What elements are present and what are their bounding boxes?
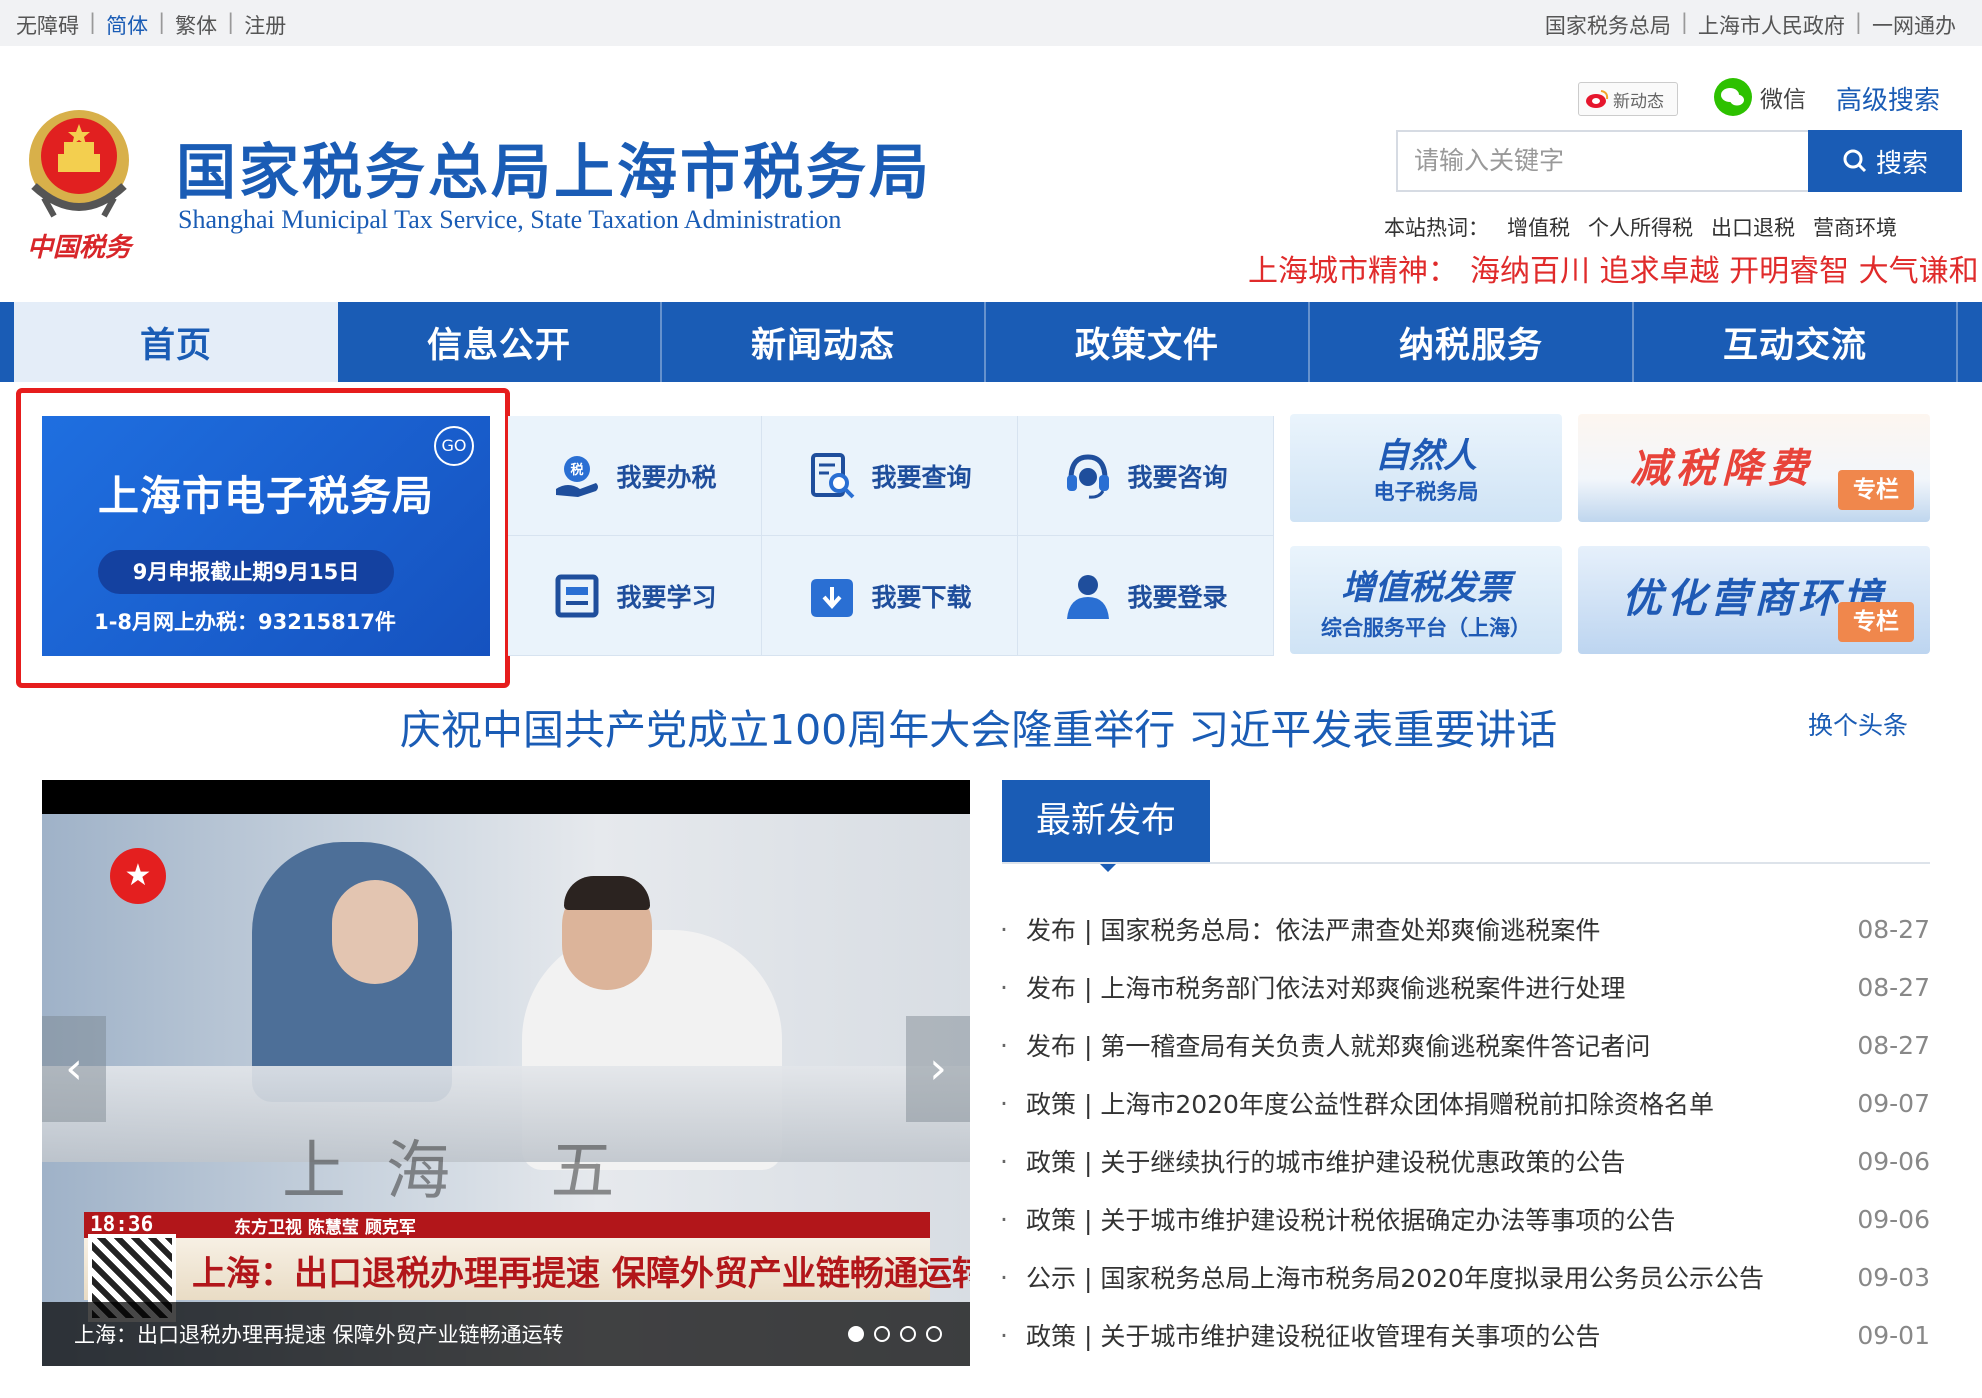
latest-news-list: · 发布 | 国家税务总局：依法严肃查处郑爽偷逃税案件 08-27 · 发布 | 上海…	[1000, 900, 1930, 1364]
tax-cut-banner[interactable]: 减税降费 专栏	[1578, 414, 1930, 522]
tax-emblem-logo[interactable]: 中国税务	[14, 98, 144, 268]
download-icon	[811, 578, 854, 617]
top-links-left: 无障碍 | 简体 | 繁体 | 注册	[16, 10, 287, 40]
list-item[interactable]: · 政策 | 关于城市维护建设税计税依据确定办法等事项的公告 09-06	[1000, 1190, 1930, 1248]
list-item[interactable]: · 公示 | 国家税务总局上海市税务局2020年度拟录用公务员公示公告 09-03	[1000, 1248, 1930, 1306]
service-query[interactable]: 我要查询	[762, 416, 1018, 536]
accessibility-link[interactable]: 无障碍	[16, 10, 79, 40]
hotword-link[interactable]: 个人所得税	[1588, 212, 1693, 242]
search-button-label: 搜索	[1875, 148, 1928, 179]
tv-channel: 东方卫视 陈慧莹 顾克军	[234, 1218, 416, 1238]
svg-text:中国税务: 中国税务	[27, 233, 135, 263]
carousel-caption[interactable]: 上海：出口退税办理再提速 保障外贸产业链畅通运转	[74, 1319, 564, 1349]
wechat-icon	[1714, 78, 1752, 116]
list-item[interactable]: · 发布 | 第一稽查局有关负责人就郑爽偷逃税案件答记者问 08-27	[1000, 1016, 1930, 1074]
site-title: 国家税务总局上海市税务局	[176, 138, 932, 208]
hotword-link[interactable]: 增值税	[1507, 212, 1570, 242]
svg-text:税: 税	[571, 462, 584, 478]
top-links-right: 国家税务总局 | 上海市人民政府 | 一网通办	[1544, 10, 1956, 40]
etax-card[interactable]: GO 上海市电子税务局 9月申报截止期9月15日 1-8月网上办税：932158…	[42, 416, 490, 656]
carousel-dot[interactable]	[874, 1326, 890, 1342]
carousel-next-button[interactable]: ›	[906, 1016, 970, 1122]
nav-tab-service[interactable]: 纳税服务	[1310, 302, 1634, 382]
list-item[interactable]: · 发布 | 上海市税务部门依法对郑爽偷逃税案件进行处理 08-27	[1000, 958, 1930, 1016]
weibo-button[interactable]: 新动态	[1578, 82, 1678, 116]
search-icon	[1843, 149, 1867, 173]
emblem-icon: 中国税务	[27, 110, 135, 263]
sign-text: 上海 五	[282, 1135, 655, 1209]
latest-tab[interactable]: 最新发布	[1002, 780, 1210, 872]
wechat-label: 微信	[1760, 87, 1806, 113]
site-subtitle: Shanghai Municipal Tax Service, State Ta…	[178, 205, 842, 234]
headline-link[interactable]: 庆祝中国共产党成立100周年大会隆重举行 习近平发表重要讲话	[400, 696, 1557, 756]
tv-clock: 18:36	[90, 1212, 154, 1236]
nav-tab-info[interactable]: 信息公开	[338, 302, 662, 382]
news-carousel[interactable]: 上海 五 ★ 18:36 东方卫视 陈慧莹 顾克军 上海：出口退税办理再提速 保…	[42, 780, 970, 1366]
headset-icon	[1067, 453, 1110, 499]
city-spirit-label: 上海城市精神：	[1248, 254, 1458, 289]
vat-invoice-banner[interactable]: 增值税发票 综合服务平台（上海）	[1290, 546, 1562, 654]
service-login[interactable]: 我要登录	[1018, 536, 1274, 656]
go-icon: GO	[434, 426, 474, 466]
carousel-dot[interactable]	[848, 1326, 864, 1342]
service-download[interactable]: 我要下载	[762, 536, 1018, 656]
weibo-label: 新动态	[1613, 91, 1664, 112]
city-spirit: 上海城市精神： 海纳百川 追求卓越 开明睿智 大气谦和	[1248, 246, 1979, 290]
column-tag: 专栏	[1838, 470, 1914, 510]
carousel-caption-bar: 上海：出口退税办理再提速 保障外贸产业链畅通运转	[42, 1302, 970, 1366]
nav-tab-policy[interactable]: 政策文件	[986, 302, 1310, 382]
carousel-dots	[848, 1326, 942, 1342]
list-item[interactable]: · 发布 | 国家税务总局：依法严肃查处郑爽偷逃税案件 08-27	[1000, 900, 1930, 958]
city-spirit-text: 海纳百川 追求卓越 开明睿智 大气谦和	[1470, 254, 1979, 289]
wechat-button[interactable]: 微信	[1714, 78, 1806, 116]
hotwords-label: 本站热词：	[1384, 216, 1489, 240]
divider	[1002, 862, 1930, 864]
tv-ticker: 18:36 东方卫视 陈慧莹 顾克军	[84, 1212, 930, 1238]
top-utility-bar: 无障碍 | 简体 | 繁体 | 注册 国家税务总局 | 上海市人民政府 | 一网…	[0, 0, 1982, 46]
traditional-link[interactable]: 繁体	[175, 10, 217, 40]
tv-news-bar: 上海：出口退税办理再提速 保障外贸产业链畅通运转	[84, 1238, 970, 1300]
natural-person-banner[interactable]: 自然人 电子税务局	[1290, 414, 1562, 522]
nav-tab-news[interactable]: 新闻动态	[662, 302, 986, 382]
hand-tax-icon: 税	[556, 455, 599, 497]
user-icon	[1067, 574, 1110, 619]
tv-news-title: 上海：出口退税办理再提速 保障外贸产业链畅通运转	[192, 1254, 970, 1294]
business-env-banner[interactable]: 优化营商环境 专栏	[1578, 546, 1930, 654]
register-link[interactable]: 注册	[244, 10, 286, 40]
list-item[interactable]: · 政策 | 关于城市维护建设税征收管理有关事项的公告 09-01	[1000, 1306, 1930, 1364]
search-button[interactable]: 搜索	[1808, 130, 1962, 192]
etax-deadline: 9月申报截止期9月15日	[98, 550, 394, 594]
hotwords: 本站热词： 增值税 个人所得税 出口退税 营商环境	[1384, 212, 1897, 242]
swap-headline-link[interactable]: 换个头条	[1808, 706, 1908, 742]
sta-link[interactable]: 国家税务总局	[1545, 10, 1671, 40]
search-input[interactable]: 请输入关键字	[1396, 130, 1810, 192]
service-grid: 税 我要办税 我要查询 我要咨询 我要学习 我要下载 我要登录	[508, 416, 1274, 656]
service-learn[interactable]: 我要学习	[508, 536, 762, 656]
etax-title: 上海市电子税务局	[98, 472, 434, 520]
shanghai-gov-link[interactable]: 上海市人民政府	[1698, 10, 1845, 40]
tv-logo-icon: ★	[110, 848, 166, 904]
advanced-search-link[interactable]: 高级搜索	[1836, 80, 1940, 117]
book-icon	[555, 574, 599, 617]
etax-count: 1-8月网上办税：93215817件	[94, 610, 396, 634]
column-tag: 专栏	[1838, 602, 1914, 642]
carousel-dot[interactable]	[926, 1326, 942, 1342]
main-nav: 首页 信息公开 新闻动态 政策文件 纳税服务 互动交流	[0, 302, 1982, 382]
search-doc-icon	[811, 452, 855, 498]
nav-tab-interaction[interactable]: 互动交流	[1634, 302, 1958, 382]
hotword-link[interactable]: 出口退税	[1711, 212, 1795, 242]
list-item[interactable]: · 政策 | 上海市2020年度公益性群众团体捐赠税前扣除资格名单 09-07	[1000, 1074, 1930, 1132]
service-consult[interactable]: 我要咨询	[1018, 416, 1274, 536]
list-item[interactable]: · 政策 | 关于继续执行的城市维护建设税优惠政策的公告 09-06	[1000, 1132, 1930, 1190]
service-tax[interactable]: 税 我要办税	[508, 416, 762, 536]
simplified-link[interactable]: 简体	[106, 10, 148, 40]
weibo-icon	[1586, 90, 1609, 108]
nav-tab-home[interactable]: 首页	[14, 302, 338, 382]
carousel-prev-button[interactable]: ‹	[42, 1016, 106, 1122]
one-net-link[interactable]: 一网通办	[1872, 10, 1956, 40]
carousel-dot[interactable]	[900, 1326, 916, 1342]
hotword-link[interactable]: 营商环境	[1813, 212, 1897, 242]
